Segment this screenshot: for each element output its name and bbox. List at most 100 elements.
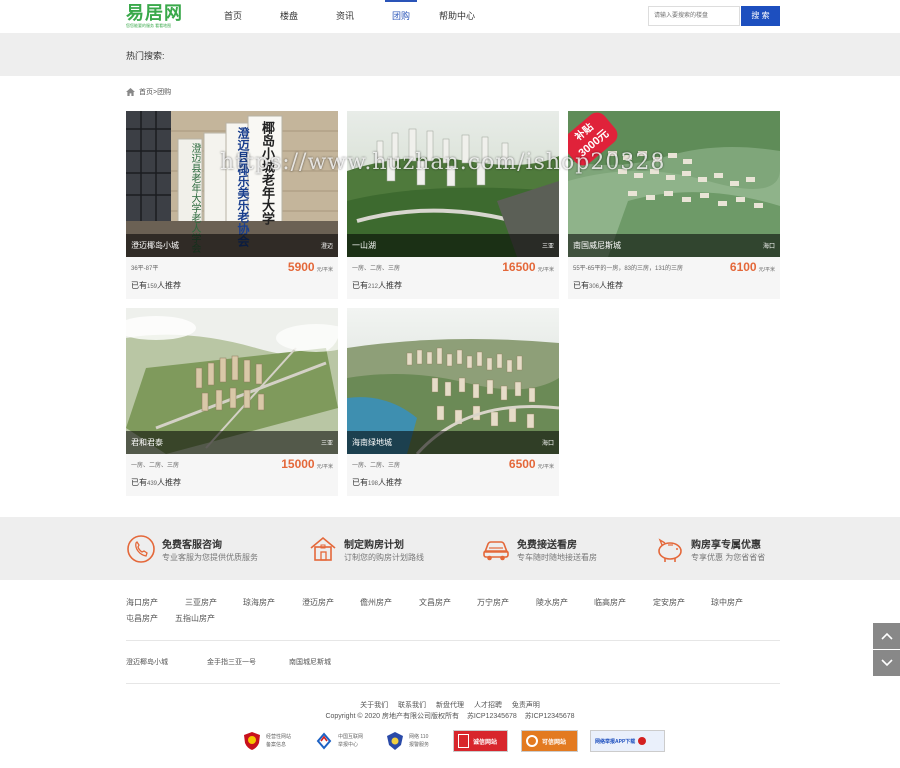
recommend-suffix: 人推荐 [599,281,624,290]
listing-area: 三亚 [541,244,554,250]
phone-icon [127,535,155,563]
recommend-number: 306 [589,284,600,290]
subsidy-badge-shape: 补贴 3000元 [568,111,622,170]
region-link[interactable]: 琼海房产 [243,597,275,608]
listing-card[interactable]: 补贴 3000元 南国威尼斯城 海口 55平-65平的一房，83的三房，131的… [568,111,780,299]
breadcrumb-text[interactable]: 首页>团购 [139,87,171,97]
price-unit: 元/平米 [537,464,554,470]
cert-box-label: 网络举报APP下载 [595,738,636,745]
price-unit: 元/平米 [316,267,333,273]
listing-caption: 南国威尼斯城 海口 [568,234,780,257]
recommend-number: 159 [147,284,158,290]
listing-caption: 君和君泰 三亚 [126,431,338,454]
listing-name[interactable]: 一山湖 [352,240,376,251]
listing-photo[interactable]: 海南绿地城 海口 [347,308,559,454]
listing-card[interactable]: 一山湖 三亚 一房、二房、三房 16500 元/平米 已有212人推荐 [347,111,559,299]
listing-photo[interactable]: 椰岛小城老年大学 澄迈县椰乐美乐老协会 澄迈县老年大学老人学会 澄迈椰岛小城 澄… [126,111,338,257]
recommend-prefix: 已有 [573,281,589,290]
region-link[interactable]: 临高房产 [594,597,626,608]
region-link[interactable]: 儋州房产 [360,597,392,608]
cert-line: 举报中心 [338,742,359,748]
listing-spec: 一房、二房、三房 [352,463,401,469]
breadcrumb: 首页>团购 [126,87,171,97]
listing-caption: 一山湖 三亚 [347,234,559,257]
price-unit: 元/平米 [537,267,554,273]
cert-badge[interactable]: 诚信网站 [453,730,508,752]
footer-link[interactable]: 免责声明 [512,702,540,709]
region-link[interactable]: 陵水房产 [536,597,568,608]
listing-caption: 澄迈椰岛小城 澄迈 [126,234,338,257]
region-link[interactable]: 万宁房产 [477,597,509,608]
recommend-count: 已有439人推荐 [131,477,181,488]
region-link[interactable]: 琼中房产 [711,597,743,608]
cert-badge[interactable]: 中国互联网 举报中心 [314,730,363,752]
cert-line: 备案信息 [266,742,287,748]
listing-photo[interactable]: 补贴 3000元 南国威尼斯城 海口 [568,111,780,257]
footer-link[interactable]: 新盘代理 [436,702,464,709]
listing-photo[interactable]: 君和君泰 三亚 [126,308,338,454]
home-icon[interactable] [126,88,135,96]
region-link[interactable]: 三亚房产 [185,597,217,608]
header: 易居网 您您能要的服务 看看地图 首页 楼盘 资讯 团购 帮助中心 搜 索 [0,0,900,33]
price-value: 15000 [281,457,315,471]
project-link[interactable]: 金手指三亚一号 [207,657,256,667]
listing-price: 6100 元/平米 [730,260,775,274]
listing-info: 36平-87平 5900 元/平米 已有159人推荐 [126,257,338,299]
logo-slogan: 您您能要的服务 看看地图 [126,23,172,28]
region-link[interactable]: 文昌房产 [419,597,451,608]
price-value: 6100 [729,260,757,274]
listing-card[interactable]: 椰岛小城老年大学 澄迈县椰乐美乐老协会 澄迈县老年大学老人学会 澄迈椰岛小城 澄… [126,111,338,299]
recommend-prefix: 已有 [352,281,368,290]
listing-name[interactable]: 君和君泰 [131,437,163,448]
listing-photo[interactable]: 一山湖 三亚 [347,111,559,257]
cert-badge[interactable]: 可信网站 [521,730,578,752]
search-button[interactable]: 搜 索 [741,6,780,26]
cert-box-label: 诚信网站 [473,739,498,746]
nav-home[interactable]: 首页 [206,0,260,33]
footer-link[interactable]: 人才招聘 [474,702,502,709]
price-value: 5900 [287,260,315,274]
listing-name[interactable]: 澄迈椰岛小城 [131,240,179,251]
report-center-icon [316,732,332,750]
nav-news[interactable]: 资讯 [318,0,372,33]
listing-caption: 海南绿地城 海口 [347,431,559,454]
service-title: 购房享专属优惠 [691,540,761,551]
scroll-down-button[interactable] [873,650,900,676]
region-link[interactable]: 屯昌房产 [126,613,158,624]
cert-line: 报警服务 [409,742,430,748]
listing-card[interactable]: 君和君泰 三亚 一房、二房、三房 15000 元/平米 已有439人推荐 [126,308,338,496]
region-link[interactable]: 海口房产 [126,597,158,608]
listing-spec: 一房、二房、三房 [131,463,180,469]
icp-number[interactable]: 苏ICP12345678 [525,713,575,720]
listing-card[interactable]: 海南绿地城 海口 一房、二房、三房 6500 元/平米 已有198人推荐 [347,308,559,496]
cert-badge[interactable]: 经营性网站 备案信息 [242,730,291,752]
footer-link[interactable]: 联系我们 [398,702,426,709]
scroll-up-button[interactable] [873,623,900,649]
piggy-bank-icon [658,538,682,562]
listing-spec: 55平-65平的一房，83的三房，131的三房 [573,266,684,272]
sign-text-2: 澄迈县椰乐美乐老协会 [236,127,250,247]
search-input[interactable] [648,6,740,26]
cert-badge[interactable]: 网络举报APP下载 [590,730,665,752]
logo[interactable]: 易居网 您您能要的服务 看看地图 [126,4,186,29]
recommend-count: 已有159人推荐 [131,280,181,291]
nav-group-buy[interactable]: 团购 [374,0,428,33]
sign-text-1: 椰岛小城老年大学 [259,121,274,225]
nav-properties[interactable]: 楼盘 [262,0,316,33]
region-link[interactable]: 定安房产 [653,597,685,608]
report-app-badge: 网络举报APP下载 [590,730,665,752]
hot-search-label: 热门搜索: [126,51,165,61]
project-link[interactable]: 澄迈椰岛小城 [126,657,168,667]
listing-price: 6500 元/平米 [509,457,554,471]
cert-badge[interactable]: 网络 110 报警服务 [385,730,429,752]
project-link[interactable]: 南国城尼斯城 [289,657,331,667]
car-icon [483,541,509,561]
icp-number[interactable]: 苏ICP12345678 [467,713,517,720]
region-link[interactable]: 五指山房产 [175,613,215,624]
listing-name[interactable]: 海南绿地城 [352,437,392,448]
region-link[interactable]: 澄迈房产 [302,597,334,608]
listing-price: 15000 元/平米 [281,457,333,471]
nav-help-center[interactable]: 帮助中心 [430,0,484,33]
footer-link[interactable]: 关于我们 [360,702,388,709]
listing-name[interactable]: 南国威尼斯城 [573,240,621,251]
